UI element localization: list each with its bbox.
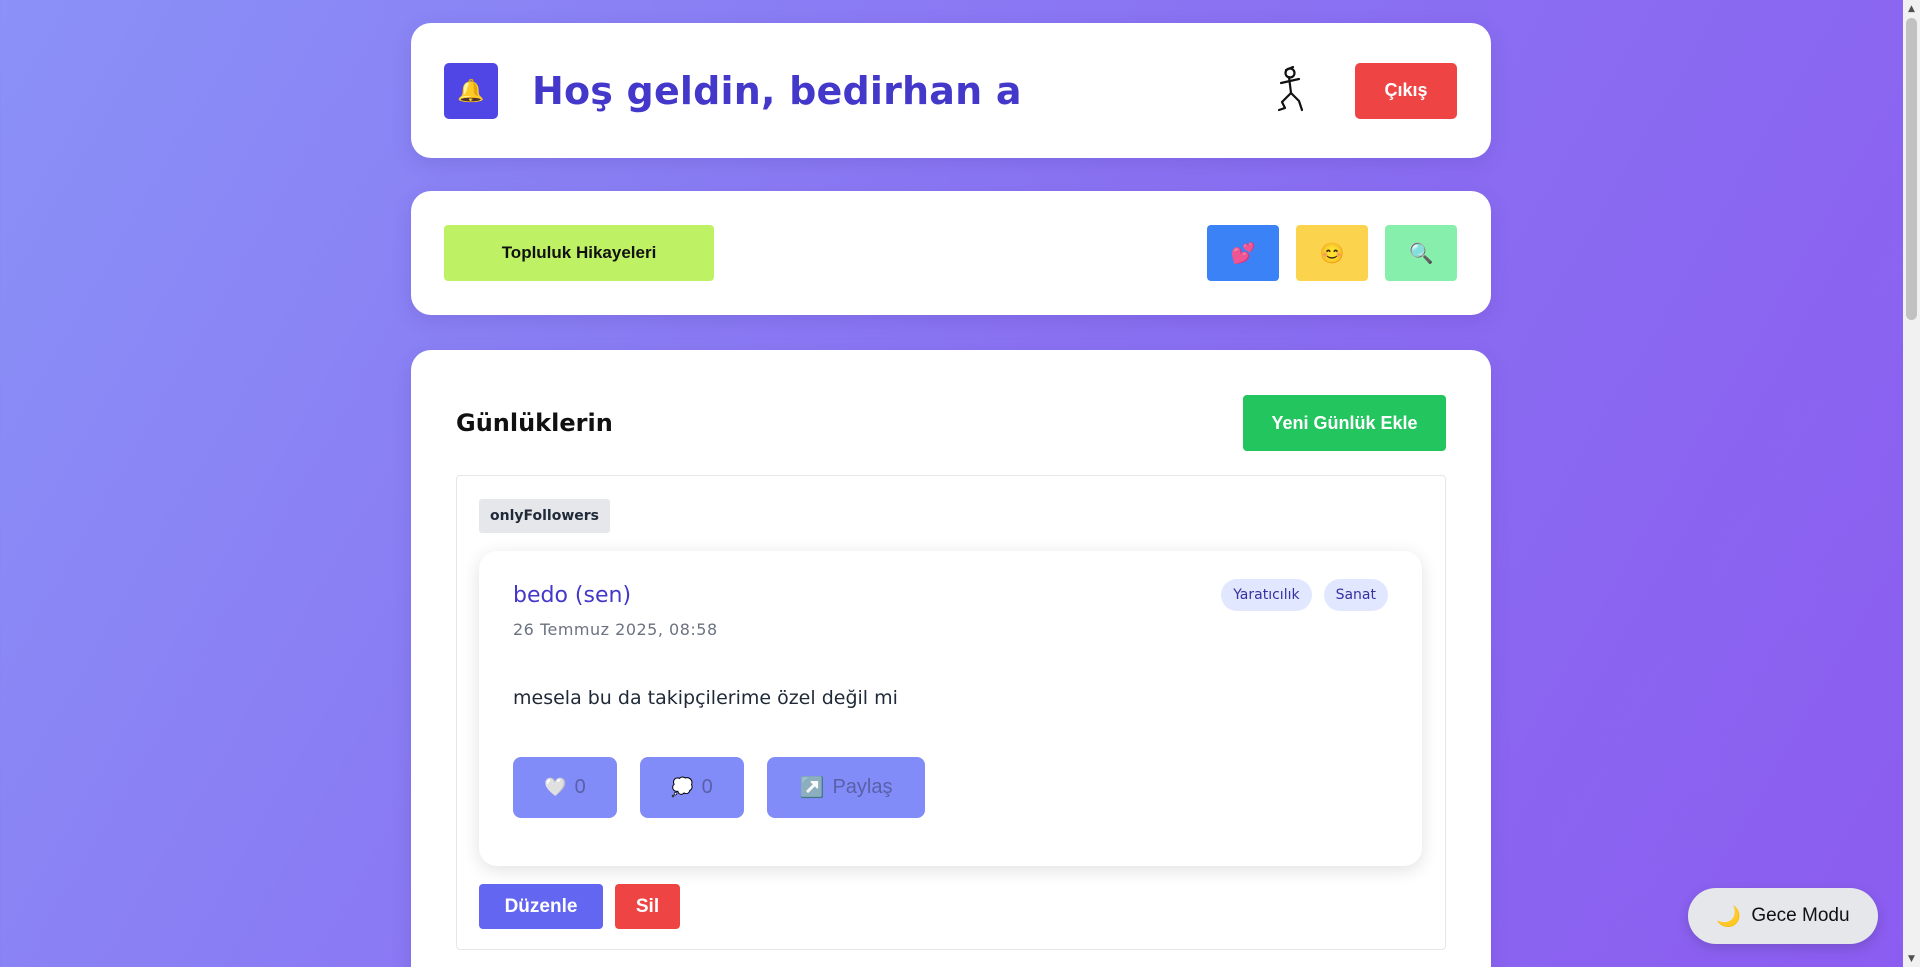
scrollbar-thumb[interactable] (1906, 18, 1917, 320)
logout-button[interactable]: Çıkış (1355, 62, 1457, 119)
comment-bubble-icon: 💭 (671, 777, 694, 797)
diaries-card: Günlüklerin Yeni Günlük Ekle onlyFollowe… (411, 350, 1491, 967)
like-count: 0 (574, 776, 586, 798)
page-container: 🔔 Hoş geldin, bedirhan a Çıkış Topluluk … (411, 23, 1491, 967)
post-tags: Yaratıcılık Sanat (1221, 579, 1388, 611)
share-label: Paylaş (832, 776, 893, 798)
diaries-title: Günlüklerin (456, 409, 613, 437)
diaries-header: Günlüklerin Yeni Günlük Ekle (456, 395, 1446, 451)
post-date: 26 Temmuz 2025, 08:58 (513, 620, 718, 639)
header-card: 🔔 Hoş geldin, bedirhan a Çıkış (411, 23, 1491, 158)
toolbar-card: Topluluk Hikayeleri 💕 😊 🔍 (411, 191, 1491, 315)
smile-icon: 😊 (1319, 242, 1345, 265)
post-actions: 🤍 0 💭 0 ↗️ Paylaş (513, 757, 1388, 818)
bell-icon: 🔔 (457, 77, 485, 103)
tag-creativity[interactable]: Yaratıcılık (1221, 579, 1312, 611)
heart-icon: 🤍 (544, 777, 567, 797)
delete-button[interactable]: Sil (615, 884, 680, 929)
privacy-badge: onlyFollowers (479, 499, 611, 533)
night-mode-button[interactable]: 🌙 Gece Modu (1688, 888, 1878, 944)
hearts-icon: 💕 (1230, 242, 1256, 265)
comment-count: 0 (701, 776, 713, 798)
notifications-button[interactable]: 🔔 (444, 62, 498, 119)
post-card: bedo (sen) 26 Temmuz 2025, 08:58 Yaratıc… (479, 551, 1422, 866)
favorites-button[interactable]: 💕 (1207, 225, 1279, 281)
like-button[interactable]: 🤍 0 (513, 757, 617, 818)
diary-entry: onlyFollowers bedo (sen) 26 Temmuz 2025,… (456, 475, 1446, 950)
scroll-up-arrow-icon[interactable]: ▲ (1903, 0, 1920, 17)
stick-figure-icon[interactable] (1271, 65, 1311, 116)
scrollbar[interactable]: ▲ ▼ (1903, 0, 1920, 967)
entry-controls: Düzenle Sil (479, 884, 1422, 929)
scroll-down-arrow-icon[interactable]: ▼ (1903, 950, 1920, 967)
search-button[interactable]: 🔍 (1385, 225, 1457, 281)
add-diary-button[interactable]: Yeni Günlük Ekle (1243, 395, 1446, 451)
moon-icon: 🌙 (1716, 905, 1742, 928)
welcome-title: Hoş geldin, bedirhan a (532, 68, 1022, 113)
search-icon: 🔍 (1408, 242, 1434, 265)
community-stories-button[interactable]: Topluluk Hikayeleri (444, 225, 714, 281)
post-content: mesela bu da takipçilerime özel değil mi (513, 687, 898, 709)
comment-button[interactable]: 💭 0 (640, 757, 744, 818)
tag-art[interactable]: Sanat (1323, 579, 1388, 611)
edit-button[interactable]: Düzenle (479, 884, 603, 929)
mood-button[interactable]: 😊 (1296, 225, 1368, 281)
share-arrow-icon: ↗️ (799, 777, 825, 799)
share-button[interactable]: ↗️ Paylaş (767, 757, 925, 818)
night-mode-label: Gece Modu (1751, 905, 1850, 926)
